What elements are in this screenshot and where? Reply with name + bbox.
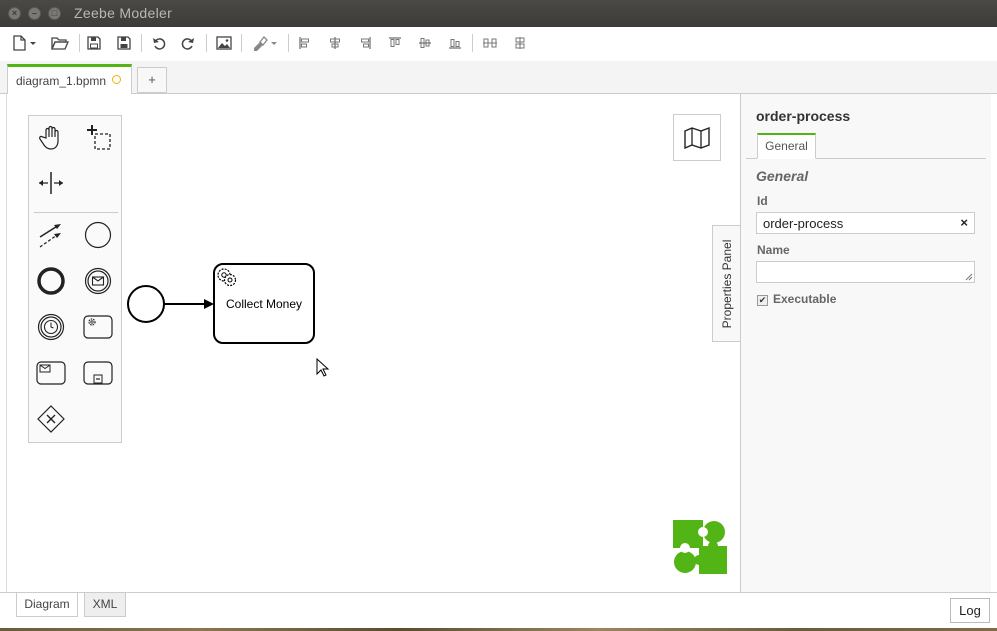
tab-diagram-1[interactable]: diagram_1.bpmn <box>7 64 132 95</box>
bottom-bar: Diagram XML Log <box>0 592 997 628</box>
resize-handle-icon[interactable] <box>965 273 973 281</box>
color-picker-button[interactable] <box>250 33 280 53</box>
distribute-vertical-icon <box>515 37 525 49</box>
properties-title: order-process <box>756 108 851 124</box>
new-file-icon <box>13 35 36 51</box>
map-icon <box>684 126 710 149</box>
title-bar: × – □ Zeebe Modeler <box>0 0 997 27</box>
id-value: order-process <box>763 216 844 231</box>
export-image-icon <box>216 36 232 50</box>
service-task-label: Collect Money <box>225 296 303 311</box>
properties-panel-toggle[interactable]: Properties Panel <box>712 225 741 342</box>
align-left-icon <box>299 37 309 49</box>
tab-bar: diagram_1.bpmn + <box>0 61 997 95</box>
close-window-button[interactable]: × <box>8 7 21 20</box>
start-event[interactable] <box>127 285 165 323</box>
color-picker-icon <box>254 36 277 51</box>
align-bottom-icon <box>449 39 461 49</box>
align-left-button[interactable] <box>297 33 313 53</box>
save-as-button[interactable] <box>115 33 133 53</box>
mouse-cursor-icon <box>316 358 330 377</box>
id-field[interactable]: order-process × <box>756 212 975 234</box>
add-tab-button[interactable]: + <box>137 67 167 93</box>
distribute-horizontal-button[interactable] <box>481 33 499 53</box>
check-icon: ✔ <box>758 295 767 305</box>
clear-id-button[interactable]: × <box>960 215 968 230</box>
properties-panel-toggle-label: Properties Panel <box>720 239 734 328</box>
zeebe-logo[interactable] <box>673 520 727 574</box>
open-folder-icon <box>51 37 69 50</box>
name-field[interactable] <box>756 261 975 283</box>
redo-icon <box>181 38 194 50</box>
tab-diagram[interactable]: Diagram <box>16 593 78 617</box>
maximize-icon: □ <box>51 8 58 18</box>
minimap-toggle[interactable] <box>673 114 721 161</box>
log-button[interactable]: Log <box>950 598 990 623</box>
align-top-icon <box>389 37 401 47</box>
align-middle-icon <box>419 38 431 48</box>
undo-button[interactable] <box>150 33 168 53</box>
name-label: Name <box>757 243 790 257</box>
redo-button[interactable] <box>179 33 197 53</box>
toolbar-separator <box>288 34 289 52</box>
align-right-icon <box>361 37 371 49</box>
tab-xml[interactable]: XML <box>84 593 126 617</box>
diagram-svg <box>127 263 315 344</box>
minimize-window-button[interactable]: – <box>28 7 41 20</box>
save-button[interactable] <box>85 33 103 53</box>
close-icon: × <box>11 8 18 18</box>
align-top-button[interactable] <box>387 33 403 53</box>
toolbar-separator <box>79 34 80 52</box>
app-window: × – □ Zeebe Modeler diagram_1.bpmn + Col… <box>0 0 997 628</box>
align-middle-button[interactable] <box>417 33 433 53</box>
toolbar <box>0 27 997 61</box>
properties-group-title: General <box>756 168 809 184</box>
new-file-button[interactable] <box>10 33 38 53</box>
save-icon <box>87 36 101 50</box>
properties-panel: order-process General General Id order-p… <box>740 94 991 592</box>
window-title: Zeebe Modeler <box>74 5 173 21</box>
id-label: Id <box>757 194 768 208</box>
toolbar-separator <box>206 34 207 52</box>
tab-general[interactable]: General <box>757 133 816 159</box>
export-image-button[interactable] <box>215 33 233 53</box>
open-file-button[interactable] <box>50 33 70 53</box>
align-right-button[interactable] <box>357 33 373 53</box>
minimize-icon: – <box>31 8 37 18</box>
align-center-button[interactable] <box>327 33 343 53</box>
toolbar-separator <box>241 34 242 52</box>
undo-icon <box>153 38 166 50</box>
unsaved-indicator-icon <box>112 75 121 84</box>
align-center-icon <box>330 37 340 49</box>
diagram-canvas[interactable]: Collect Money Properties Panel <box>6 94 741 592</box>
sequence-flow-arrowhead <box>204 299 214 309</box>
align-bottom-button[interactable] <box>447 33 463 53</box>
executable-label: Executable <box>773 292 837 306</box>
toolbar-separator <box>472 34 473 52</box>
maximize-window-button[interactable]: □ <box>48 7 61 20</box>
save-as-icon <box>117 36 131 50</box>
toolbar-separator <box>141 34 142 52</box>
distribute-horizontal-icon <box>483 38 497 48</box>
executable-checkbox[interactable]: ✔ <box>757 295 768 306</box>
distribute-vertical-button[interactable] <box>511 33 529 53</box>
tab-label: diagram_1.bpmn <box>16 74 107 88</box>
